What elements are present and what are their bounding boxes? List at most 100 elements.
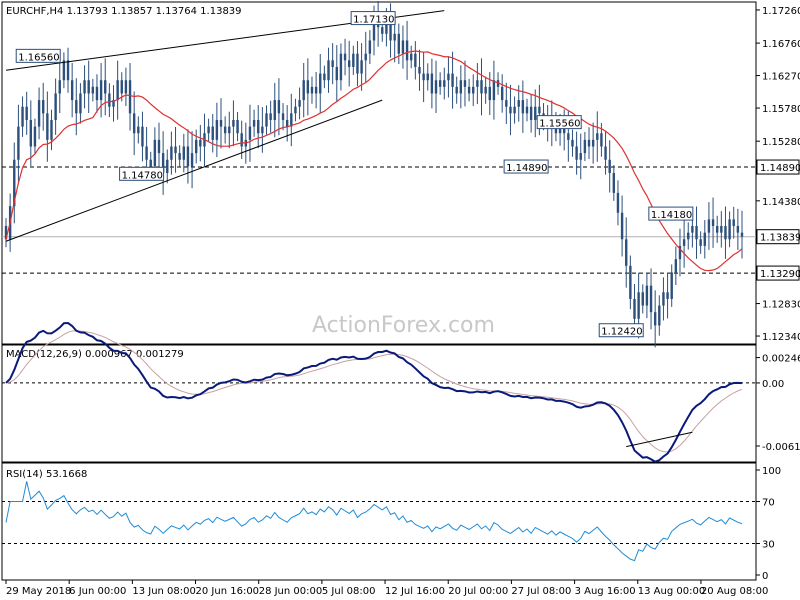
- candle-body: [447, 73, 450, 81]
- candle-body: [579, 153, 582, 160]
- candle-body: [641, 292, 644, 306]
- rsi-tick-label: 70: [762, 498, 775, 509]
- candle-body: [414, 53, 417, 67]
- candle-body: [732, 219, 735, 227]
- rsi-tick-label: 100: [762, 466, 781, 477]
- candle-body: [691, 226, 694, 233]
- candle-body: [124, 80, 128, 94]
- candle-body: [83, 80, 86, 94]
- candle-body: [707, 219, 711, 233]
- macd-tick-label: 0.002469: [762, 354, 800, 365]
- candle-body: [695, 226, 698, 240]
- candle-body: [174, 146, 177, 154]
- candle-body: [571, 139, 574, 147]
- candle-body: [248, 126, 252, 140]
- candle-body: [625, 239, 628, 266]
- candle-body: [240, 133, 243, 147]
- candle-body: [261, 126, 264, 134]
- candle-body: [645, 285, 649, 306]
- candle-body: [195, 139, 198, 154]
- candle-body: [46, 113, 49, 140]
- candle-body: [128, 80, 132, 114]
- candle-body: [467, 86, 471, 94]
- candle-body: [451, 73, 454, 87]
- candle-body: [364, 53, 367, 61]
- candle-body: [252, 119, 256, 127]
- candle-body: [488, 86, 491, 101]
- candle-body: [724, 226, 727, 240]
- candle-body: [368, 40, 372, 54]
- candle-body: [575, 146, 578, 160]
- candle-body: [153, 139, 157, 167]
- candle-body: [662, 292, 665, 306]
- x-tick-label: 20 Jul 00:00: [448, 586, 508, 597]
- x-tick-label: 13 Aug 00:00: [638, 586, 705, 597]
- candle-body: [95, 86, 99, 101]
- candle-body: [58, 80, 61, 94]
- candle-body: [302, 80, 305, 101]
- candle-body: [215, 119, 219, 140]
- candle-body: [236, 119, 239, 134]
- candle-body: [608, 159, 611, 173]
- macd-tick-label: 0.00: [762, 379, 784, 390]
- candle-body: [492, 80, 496, 101]
- eurchf-h4-chart: ActionForex.com EURCHF,H4 1.13793 1.1385…: [1, 1, 800, 597]
- x-tick-label: 5 Jul 08:00: [322, 586, 376, 597]
- candle-body: [199, 139, 202, 147]
- candle-body: [310, 86, 314, 94]
- candle-body: [54, 93, 57, 120]
- candle-body: [294, 106, 297, 114]
- candle-body: [21, 106, 24, 127]
- candle-body: [42, 100, 45, 114]
- candle-body: [352, 53, 355, 67]
- candle-body: [534, 106, 537, 120]
- annotation-label: 1.12420: [601, 327, 642, 338]
- time-x-axis: 29 May 20186 Jun 00:00 13 Jun 08:00 20 Jun…: [5, 580, 768, 597]
- candle-body: [728, 219, 731, 240]
- candle-body: [223, 126, 227, 134]
- rsi-tick-label: 30: [762, 540, 775, 551]
- candle-body: [37, 100, 41, 127]
- candle-body: [438, 80, 442, 87]
- candle-body: [443, 80, 446, 87]
- candle-body: [186, 146, 190, 167]
- annotation-label: 1.17130: [353, 15, 394, 26]
- candle-body: [166, 159, 169, 173]
- candle-body: [182, 146, 185, 160]
- candle-body: [116, 80, 119, 101]
- candle-body: [711, 219, 715, 227]
- price-tick-label: 1.15280: [762, 137, 800, 148]
- candle-body: [600, 133, 603, 147]
- candle-body: [149, 159, 152, 167]
- candle-body: [75, 100, 78, 114]
- candle-body: [141, 126, 144, 147]
- candle-body: [314, 86, 318, 94]
- x-tick-label: 12 Jul 16:00: [385, 586, 445, 597]
- candle-body: [323, 73, 326, 81]
- annotation-label: 1.14780: [122, 170, 163, 181]
- candle-body: [434, 80, 438, 94]
- price-tick-label: 1.12830: [762, 300, 800, 311]
- candle-body: [736, 226, 740, 233]
- candle-body: [79, 93, 82, 114]
- candle-body: [629, 265, 632, 299]
- candle-body: [703, 232, 706, 246]
- candle-body: [637, 292, 640, 319]
- candle-body: [99, 80, 103, 101]
- candle-body: [137, 126, 140, 134]
- x-tick-label: 27 Jul 08:00: [511, 586, 571, 597]
- candle-body: [393, 33, 396, 41]
- level-label: 1.13290: [760, 269, 800, 280]
- candle-body: [658, 305, 661, 326]
- candle-body: [170, 146, 173, 160]
- candle-body: [91, 86, 95, 94]
- candle-body: [145, 146, 148, 160]
- candle-body: [401, 40, 405, 54]
- candle-body: [232, 119, 235, 127]
- x-tick-label: 20 Jun 16:00: [196, 586, 260, 597]
- candle-body: [306, 80, 310, 94]
- annotation-label: 1.16560: [18, 52, 59, 63]
- candle-body: [687, 232, 690, 240]
- x-tick-label: 20 Aug 08:00: [701, 586, 768, 597]
- candle-body: [525, 106, 529, 114]
